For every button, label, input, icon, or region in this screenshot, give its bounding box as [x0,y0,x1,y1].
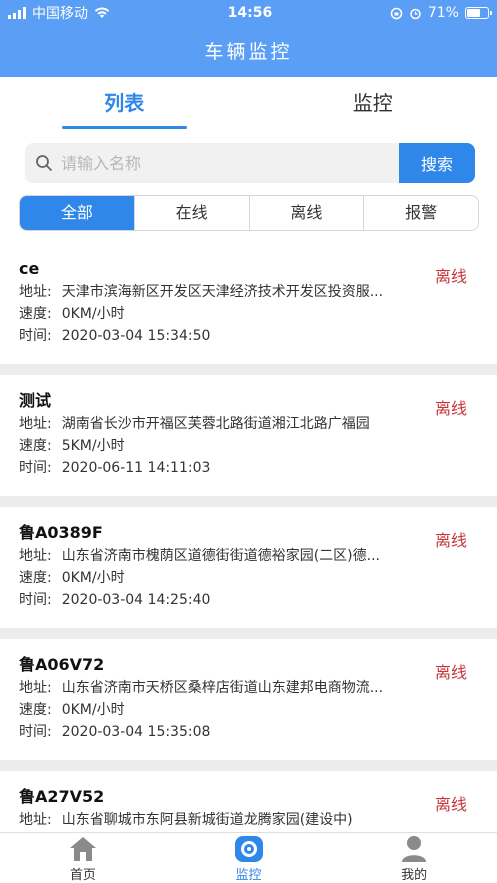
vehicle-card[interactable]: 鲁A06V72 地址: 山东省济南市天桥区桑梓店街道山东建邦电商物流... 速度:… [0,639,497,760]
nav-home-label: 首页 [69,868,96,883]
nav-mine[interactable]: 我的 [331,833,497,883]
filter-online[interactable]: 在线 [133,196,249,230]
page-title: 车辆监控 [204,41,293,63]
address-label: 地址: [19,548,52,564]
speed-label: 速度: [19,570,52,586]
status-bar: 中国移动 14:56 71% [0,0,497,26]
vehicle-speed: 5KM/小时 [61,438,125,454]
vehicle-name: 鲁A06V72 [19,655,105,674]
vehicle-address: 山东省济南市槐荫区道德街街道德裕家园(二区)德... [61,548,380,564]
vehicle-address: 山东省济南市天桥区桑梓店街道山东建邦电商物流... [61,680,384,696]
orientation-lock-icon [390,7,403,19]
search-button[interactable]: 搜索 [399,143,475,183]
address-label: 地址: [19,284,52,300]
search-bar: 搜索 [25,143,475,183]
status-badge: 离线 [434,795,467,814]
search-input[interactable] [61,153,361,173]
status-badge: 离线 [434,663,467,682]
vehicle-time: 2020-06-11 14:11:03 [61,460,211,476]
vehicle-time: 2020-03-04 15:34:50 [61,328,211,344]
tab-monitor[interactable]: 监控 [249,77,497,131]
wifi-icon [94,7,110,18]
nav-mine-label: 我的 [401,868,428,883]
vehicle-speed: 0KM/小时 [61,306,125,322]
status-badge: 离线 [434,399,467,418]
carrier-name: 中国移动 [32,6,88,22]
search-icon [36,155,52,171]
user-icon [402,836,427,862]
status-filter-group: 全部 在线 离线 报警 [19,195,479,231]
status-badge: 离线 [434,267,467,286]
battery-percent: 71% [427,5,459,21]
search-box [25,143,399,183]
address-label: 地址: [19,680,52,696]
vehicle-card[interactable]: 鲁A0389F 地址: 山东省济南市槐荫区道德街街道德裕家园(二区)德... 速度… [0,507,497,628]
time-label: 时间: [19,592,52,608]
filter-alarm[interactable]: 报警 [363,196,478,230]
vehicle-speed: 0KM/小时 [61,570,125,586]
vehicle-time: 2020-03-04 15:35:08 [61,724,211,740]
address-label: 地址: [19,416,52,432]
vehicle-name: 鲁A27V52 [19,787,105,806]
status-time: 14:56 [227,5,273,21]
vehicle-address: 天津市滨海新区开发区天津经济技术开发区投资服... [61,284,384,300]
time-label: 时间: [19,328,52,344]
home-icon [69,837,96,861]
nav-monitor[interactable]: 监控 [166,833,332,883]
time-label: 时间: [19,460,52,476]
view-tabs: 列表 监控 [0,77,497,131]
speed-label: 速度: [19,438,52,454]
monitor-camera-icon [234,836,263,862]
vehicle-card[interactable]: 测试 地址: 湖南省长沙市开福区芙蓉北路街道湘江北路广福园 速度: 5KM/小时 时… [0,375,497,496]
vehicle-address: 湖南省长沙市开福区芙蓉北路街道湘江北路广福园 [61,416,370,432]
filter-offline[interactable]: 离线 [248,196,364,230]
vehicle-speed: 0KM/小时 [61,702,125,718]
bottom-navigation: 首页 监控 我的 [0,832,497,883]
search-filter-panel: 搜索 全部 在线 离线 报警 [0,131,497,243]
vehicle-list: ce 地址: 天津市滨海新区开发区天津经济技术开发区投资服... 速度: 0KM/小… [0,243,497,832]
status-badge: 离线 [434,531,467,550]
speed-label: 速度: [19,306,52,322]
vehicle-time: 2020-03-04 14:25:40 [61,592,211,608]
time-label: 时间: [19,724,52,740]
filter-all[interactable]: 全部 [20,196,134,230]
nav-home[interactable]: 首页 [0,833,166,883]
vehicle-address: 山东省聊城市东阿县新城街道龙腾家园(建设中) [61,812,353,828]
tab-list[interactable]: 列表 [0,77,249,131]
battery-icon [464,7,492,19]
speed-label: 速度: [19,702,52,718]
vehicle-name: 鲁A0389F [19,523,103,542]
app-header: 中国移动 14:56 71% 车辆监控 [0,0,497,77]
nav-monitor-label: 监控 [235,868,262,883]
vehicle-card[interactable]: ce 地址: 天津市滨海新区开发区天津经济技术开发区投资服... 速度: 0KM/小… [0,243,497,364]
address-label: 地址: [19,812,52,828]
cellular-signal-icon [8,7,26,19]
alarm-icon [410,8,421,19]
vehicle-card[interactable]: 鲁A27V52 地址: 山东省聊城市东阿县新城街道龙腾家园(建设中) 离线 [0,771,497,832]
vehicle-name: 测试 [19,391,52,410]
vehicle-name: ce [19,259,40,278]
